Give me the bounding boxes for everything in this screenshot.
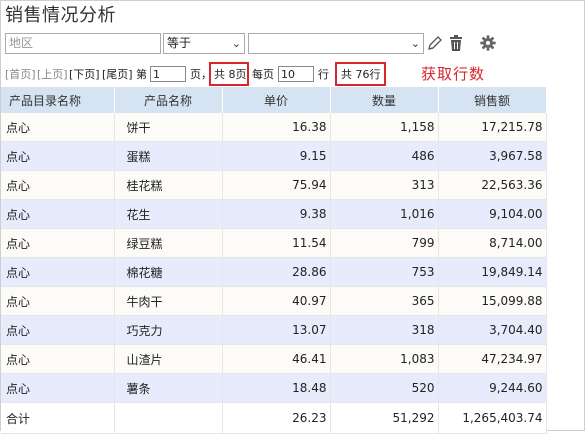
cell-category: 点心	[1, 228, 115, 258]
cell-price: 40.97	[222, 286, 331, 316]
row-unit: 行	[318, 68, 329, 81]
field-input[interactable]: 地区	[5, 33, 161, 54]
rows-per-page-input[interactable]: 10	[278, 66, 314, 82]
total-rows-highlight	[335, 62, 386, 86]
cell-category: 点心	[1, 344, 115, 374]
cell-quantity: 799	[330, 228, 439, 258]
table-total-row: 合计 26.23 51,292 1,265,403.74	[1, 402, 547, 434]
table-row: 点心 绿豆糕 11.54 799 8,714.00	[1, 228, 547, 258]
cell-product: 棉花糖	[114, 257, 223, 287]
cell-sales: 15,099.88	[438, 286, 547, 316]
column-header-price[interactable]: 单价	[222, 87, 331, 113]
cell-product: 蛋糕	[114, 141, 223, 171]
operator-value: 等于	[167, 36, 192, 50]
total-pages-highlight	[209, 62, 249, 86]
sales-table: 产品目录名称 产品名称 单价 数量 销售额 点心 饼干 16.38 1,158 …	[1, 87, 547, 434]
per-page-label: 每页	[252, 68, 274, 81]
cell-price: 9.38	[222, 199, 331, 229]
value-select[interactable]: ⌄	[248, 33, 424, 54]
last-page-link[interactable]: [尾页]	[102, 65, 133, 85]
cell-category: 点心	[1, 113, 115, 142]
cell-sales: 9,244.60	[438, 373, 547, 403]
table-row: 点心 山渣片 46.41 1,083 47,234.97	[1, 344, 547, 374]
cell-product: 桂花糕	[114, 170, 223, 200]
table-row: 点心 巧克力 13.07 318 3,704.40	[1, 315, 547, 345]
cell-product: 牛肉干	[114, 286, 223, 316]
cell-sales: 9,104.00	[438, 199, 547, 229]
prev-page-link[interactable]: [上页]	[37, 65, 68, 85]
cell-price: 28.86	[222, 257, 331, 287]
cell-price: 16.38	[222, 113, 331, 142]
cell-category: 点心	[1, 170, 115, 200]
operator-select[interactable]: 等于 ⌄	[163, 33, 245, 54]
cell-category: 点心	[1, 373, 115, 403]
annotation-label: 获取行数	[421, 65, 486, 83]
cell-price: 11.54	[222, 228, 331, 258]
table-row: 点心 饼干 16.38 1,158 17,215.78	[1, 113, 547, 142]
cell-price: 18.48	[222, 373, 331, 403]
cell-product: 饼干	[114, 113, 223, 142]
cell-price: 9.15	[222, 141, 331, 171]
cell-quantity: 1,016	[330, 199, 439, 229]
page-number-input[interactable]: 1	[150, 66, 186, 82]
cell-category: 点心	[1, 199, 115, 229]
cell-sales: 8,714.00	[438, 228, 547, 258]
cell-product: 山渣片	[114, 344, 223, 374]
table-row: 点心 牛肉干 40.97 365 15,099.88	[1, 286, 547, 316]
cell-quantity: 486	[330, 141, 439, 171]
cell-sales: 47,234.97	[438, 344, 547, 374]
total-product	[114, 402, 223, 434]
cell-product: 巧克力	[114, 315, 223, 345]
cell-quantity: 1,158	[330, 113, 439, 142]
table-row: 点心 薯条 18.48 520 9,244.60	[1, 373, 547, 403]
column-header-quantity[interactable]: 数量	[330, 87, 439, 113]
cell-quantity: 753	[330, 257, 439, 287]
cell-category: 点心	[1, 315, 115, 345]
cell-product: 绿豆糕	[114, 228, 223, 258]
first-page-link[interactable]: [首页]	[5, 65, 36, 85]
gear-icon[interactable]	[479, 33, 497, 53]
cell-sales: 3,967.58	[438, 141, 547, 171]
cell-quantity: 313	[330, 170, 439, 200]
cell-sales: 22,563.36	[438, 170, 547, 200]
chevron-down-icon: ⌄	[231, 37, 241, 50]
cell-category: 点心	[1, 141, 115, 171]
table-header-row: 产品目录名称 产品名称 单价 数量 销售额	[1, 87, 547, 113]
page-title: 销售情况分析	[5, 5, 116, 26]
table-row: 点心 花生 9.38 1,016 9,104.00	[1, 199, 547, 229]
cell-price: 13.07	[222, 315, 331, 345]
pen-icon[interactable]	[426, 33, 444, 53]
cell-sales: 17,215.78	[438, 113, 547, 142]
total-label: 合计	[1, 402, 115, 434]
cell-sales: 3,704.40	[438, 315, 547, 345]
total-sales: 1,265,403.74	[438, 402, 547, 434]
cell-quantity: 1,083	[330, 344, 439, 374]
cell-quantity: 318	[330, 315, 439, 345]
trash-icon[interactable]	[447, 33, 465, 53]
total-price: 26.23	[222, 402, 331, 434]
cell-price: 46.41	[222, 344, 331, 374]
cell-category: 点心	[1, 286, 115, 316]
cell-quantity: 365	[330, 286, 439, 316]
cell-sales: 19,849.14	[438, 257, 547, 287]
cell-category: 点心	[1, 257, 115, 287]
cell-price: 75.94	[222, 170, 331, 200]
cell-product: 花生	[114, 199, 223, 229]
column-header-category[interactable]: 产品目录名称	[1, 87, 115, 113]
column-header-sales[interactable]: 销售额	[438, 87, 547, 113]
page-prefix: 第	[136, 68, 147, 81]
chevron-down-icon: ⌄	[410, 37, 420, 50]
cell-product: 薯条	[114, 373, 223, 403]
table-row: 点心 桂花糕 75.94 313 22,563.36	[1, 170, 547, 200]
total-quantity: 51,292	[330, 402, 439, 434]
column-header-product[interactable]: 产品名称	[114, 87, 223, 113]
table-row: 点心 蛋糕 9.15 486 3,967.58	[1, 141, 547, 171]
next-page-link[interactable]: [下页]	[69, 65, 100, 85]
cell-quantity: 520	[330, 373, 439, 403]
table-row: 点心 棉花糖 28.86 753 19,849.14	[1, 257, 547, 287]
